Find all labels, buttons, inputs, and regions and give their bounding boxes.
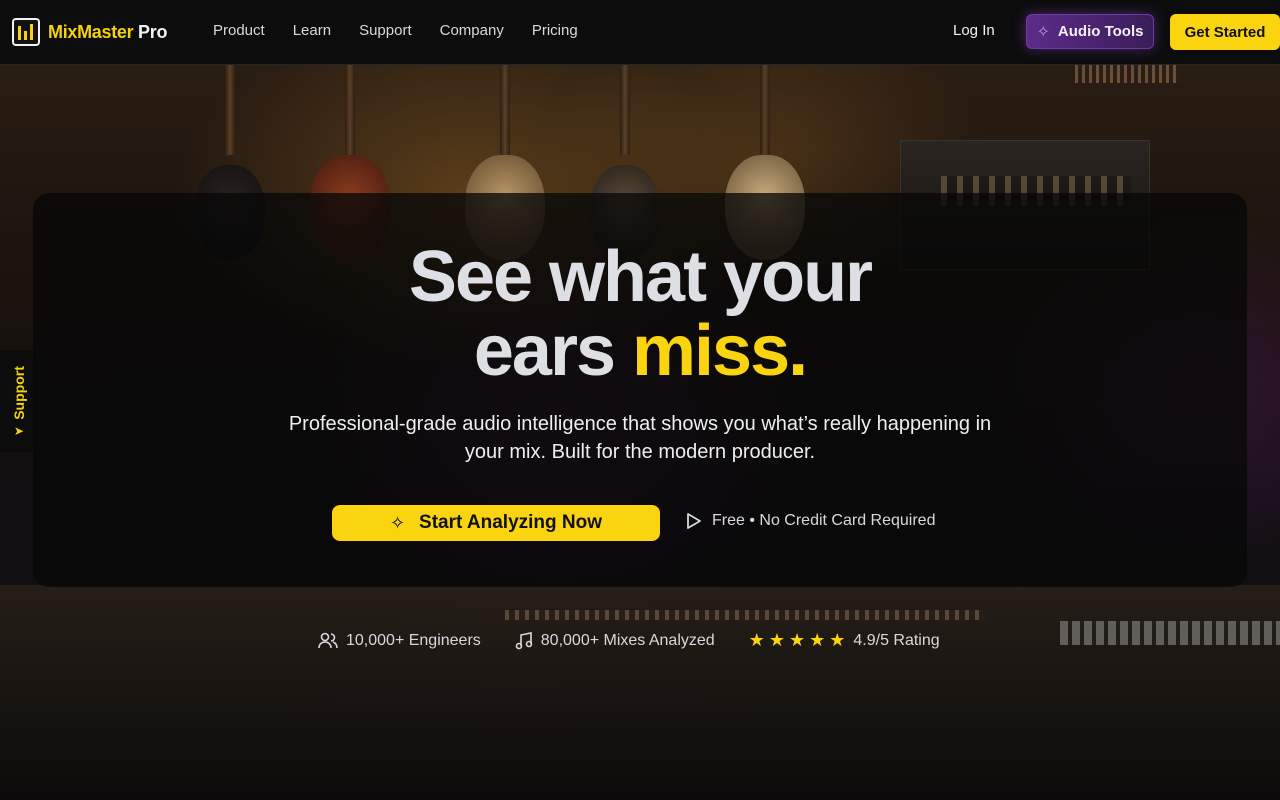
headline-highlight: miss.: [632, 311, 808, 391]
audio-tools-button[interactable]: ✧ Audio Tools: [1026, 14, 1154, 49]
hero-subtitle-text: Professional-grade audio intelligence th…: [288, 413, 992, 463]
nav-support[interactable]: Support: [359, 22, 412, 39]
star-icon: ★: [768, 630, 785, 650]
mixes-text: 80,000+ Mixes Analyzed: [540, 631, 715, 649]
rating-stars: ★ ★ ★ ★ ★: [749, 630, 846, 651]
star-icon: ★: [829, 630, 846, 650]
star-icon: ★: [748, 630, 765, 650]
engineers-text: 10,000+ Engineers: [346, 631, 481, 649]
stat-engineers: 10,000+ Engineers: [318, 632, 481, 650]
free-note: Free • No Credit Card Required: [686, 512, 935, 530]
headline-line2: ears: [473, 311, 633, 391]
sparkle-icon: ✧: [389, 512, 406, 533]
play-icon: [687, 513, 701, 529]
audio-tools-label: Audio Tools: [1057, 23, 1144, 40]
sparkle-icon: ✧: [1036, 23, 1050, 41]
nav-pricing[interactable]: Pricing: [532, 22, 578, 39]
star-icon: ★: [809, 630, 826, 650]
stats-row: 10,000+ Engineers 80,000+ Mixes Analyzed…: [318, 630, 940, 651]
rack-unit-top: [1075, 65, 1180, 83]
free-note-text: Free • No Credit Card Required: [712, 512, 936, 529]
music-note-icon: [515, 631, 533, 649]
cta-label: Start Analyzing Now: [419, 512, 603, 533]
start-analyzing-button[interactable]: ✧ Start Analyzing Now: [332, 505, 660, 541]
nav-product[interactable]: Product: [213, 22, 265, 39]
rating-text: 4.9/5 Rating: [853, 631, 940, 649]
star-icon: ★: [788, 630, 806, 650]
mixing-console: [0, 585, 1280, 800]
hero-subtitle: Professional-grade audio intelligence th…: [0, 410, 1280, 466]
site-header: MixMaster Pro Product Learn Support Comp…: [0, 0, 1280, 65]
nav-learn[interactable]: Learn: [293, 22, 331, 39]
mixer-logo-icon: [12, 18, 40, 46]
headline-line1: See what your: [408, 237, 873, 317]
main-nav: Product Learn Support Company Pricing: [213, 22, 578, 39]
stat-rating: ★ ★ ★ ★ ★ 4.9/5 Rating: [749, 630, 940, 651]
brand-name-part2: Pro: [133, 21, 168, 42]
users-icon: [318, 632, 338, 648]
hero-headline: See what your ears miss.: [0, 240, 1280, 388]
brand-logo[interactable]: MixMaster Pro: [12, 18, 167, 46]
login-link[interactable]: Log In: [953, 22, 995, 39]
nav-company[interactable]: Company: [440, 22, 504, 39]
brand-name: MixMaster Pro: [48, 22, 167, 43]
get-started-button[interactable]: Get Started: [1170, 14, 1280, 50]
stat-mixes: 80,000+ Mixes Analyzed: [515, 632, 715, 650]
brand-name-part1: MixMaster: [48, 21, 134, 42]
